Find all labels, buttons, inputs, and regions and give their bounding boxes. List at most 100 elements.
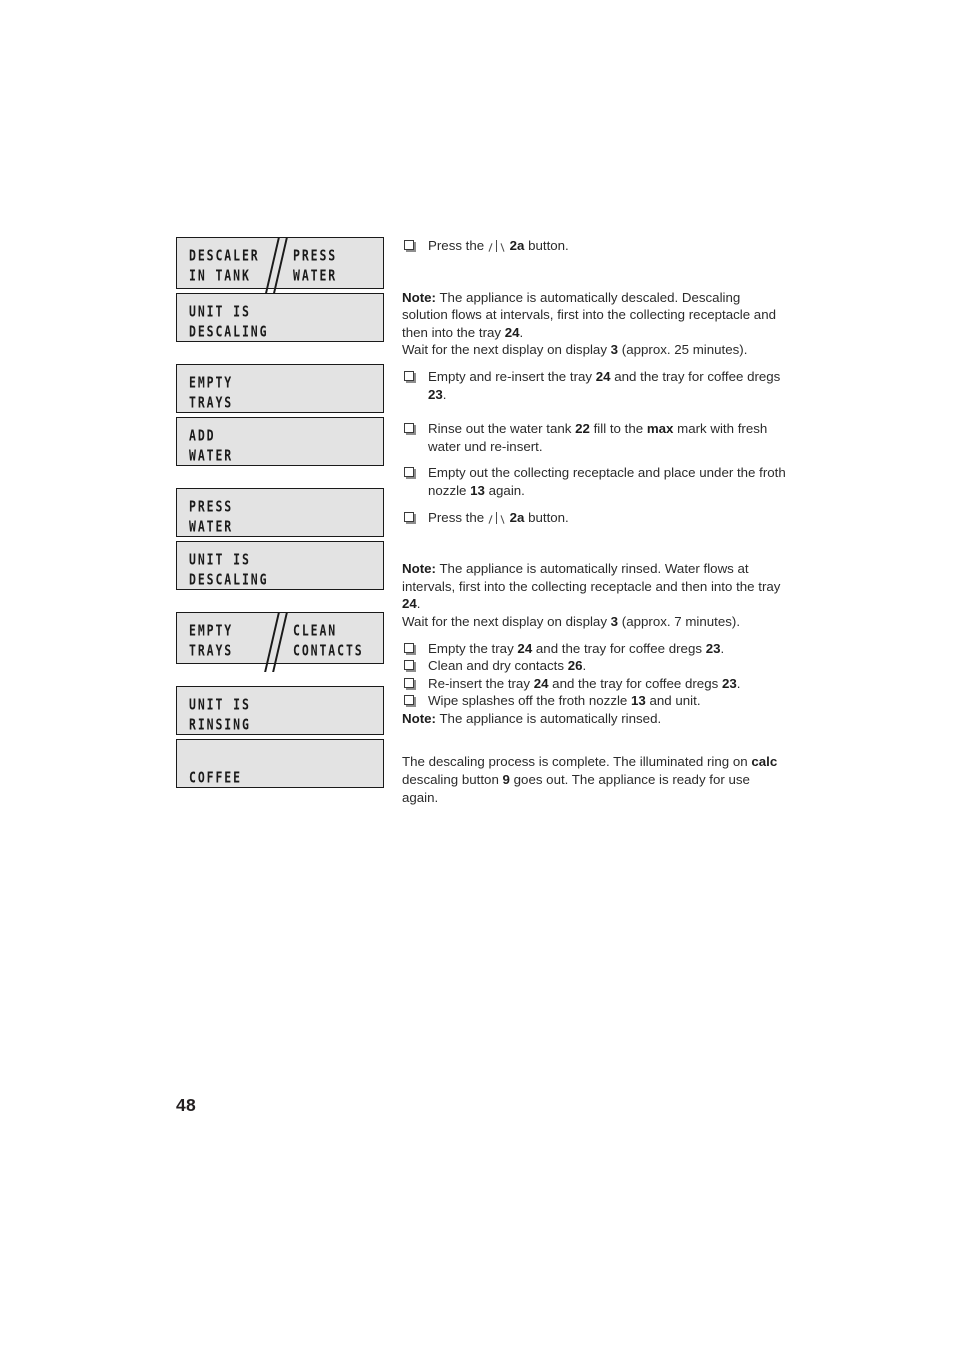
lcd-text: DESCALING: [189, 322, 269, 341]
step-empty-tray: Empty the tray 24 and the tray for coffe…: [402, 640, 786, 658]
note-label: Note:: [402, 561, 436, 577]
display-group: EMPTY TRAYS ADD WATER: [176, 364, 384, 466]
part-reference: 9: [502, 772, 510, 788]
note-descaling: Note: The appliance is automatically des…: [402, 289, 786, 342]
step-press-steam-button-1: Press the 2a button.: [402, 237, 786, 255]
step-empty-collecting-receptacle: Empty out the collecting receptacle and …: [402, 464, 786, 499]
lcd-text: DESCALER: [189, 246, 260, 265]
note-rinsed-short: Note: The appliance is automatically rin…: [402, 710, 786, 728]
part-reference: 24: [504, 324, 520, 340]
lcd-display-descaler-in-tank: DESCALER IN TANK PRESS WATER: [176, 237, 384, 297]
part-reference: 24: [533, 675, 549, 691]
step-text-post: and unit.: [645, 693, 701, 709]
step-text-post: button.: [528, 509, 569, 525]
part-reference: 13: [631, 693, 646, 709]
part-reference: 2a: [509, 238, 525, 253]
wait-text-post: (approx. 7 minutes).: [618, 613, 741, 629]
step-text-pre: Re-insert the tray: [428, 675, 534, 691]
checkbox-bullet-icon: [404, 467, 414, 478]
lcd-text: ADD: [189, 426, 216, 445]
max-mark-label: max: [646, 421, 674, 437]
closing-text-2: descaling button: [402, 772, 503, 788]
step-text-post: .: [720, 640, 725, 656]
wait-text-post: (approx. 25 minutes).: [618, 342, 748, 358]
lcd-display-unit-is-descaling-2: UNIT IS DESCALING: [176, 541, 384, 590]
checkbox-bullet-icon: [404, 511, 414, 522]
note-rinsing-wait: Wait for the next display on display 3 (…: [402, 613, 786, 631]
step-clean-dry-contacts: Clean and dry contacts 26.: [402, 657, 786, 675]
part-reference: 24: [402, 596, 417, 612]
step-text-mid: fill to the: [589, 421, 647, 437]
step-empty-reinsert-tray: Empty and re-insert the tray 24 and the …: [402, 368, 786, 403]
page-number: 48: [176, 1095, 197, 1115]
step-press-steam-button-2: Press the 2a button.: [402, 509, 786, 527]
note-body: The appliance is automatically rinsed. W…: [402, 561, 781, 594]
lcd-text: DESCALING: [189, 570, 269, 589]
step-text-mid: and the tray for coffee dregs: [548, 675, 722, 691]
lcd-text: COFFEE: [189, 768, 242, 787]
steam-icon: [488, 240, 505, 252]
step-wipe-splashes: Wipe splashes off the froth nozzle 13 an…: [402, 692, 786, 710]
step-text-mid: and the tray for coffee dregs: [532, 640, 706, 656]
step-text-post: button.: [528, 238, 569, 253]
step-text-mid: and the tray for coffee dregs: [610, 368, 781, 384]
step-text-post: again.: [484, 482, 525, 498]
wait-text-pre: Wait for the next display on display: [402, 342, 611, 358]
part-reference: 3: [610, 613, 619, 629]
lcd-text: PRESS: [189, 497, 234, 516]
lcd-text: WATER: [189, 446, 234, 465]
lcd-text: TRAYS: [189, 393, 234, 412]
lcd-text: EMPTY: [189, 621, 234, 640]
lcd-text: UNIT IS: [189, 695, 251, 714]
lcd-text: CONTACTS: [293, 641, 364, 660]
note-body-end: .: [519, 324, 524, 340]
note-body-end: .: [416, 596, 421, 612]
part-reference: 26: [567, 658, 583, 674]
note-body: The appliance is automatically rinsed.: [435, 710, 662, 726]
closing-text-1: The descaling process is complete. The i…: [402, 754, 752, 770]
lcd-text: TRAYS: [189, 641, 234, 660]
lcd-display-column: DESCALER IN TANK PRESS WATER UNIT IS DES…: [176, 237, 384, 788]
display-group: UNIT IS RINSING COFFEE: [176, 686, 384, 788]
checkbox-bullet-icon: [404, 423, 414, 434]
part-reference: 23: [428, 386, 443, 402]
step-text-post: .: [736, 675, 741, 691]
lcd-text: WATER: [189, 517, 234, 536]
step-text-pre: Press the: [428, 509, 485, 525]
note-body: The appliance is automatically descaled.…: [402, 289, 776, 340]
lcd-display-add-water: ADD WATER: [176, 417, 384, 466]
step-text-pre: Wipe splashes off the froth nozzle: [428, 693, 632, 709]
note-label: Note:: [402, 289, 436, 305]
closing-paragraph: The descaling process is complete. The i…: [402, 753, 786, 806]
checkbox-bullet-icon: [404, 240, 414, 250]
step-text-pre: Press the: [428, 238, 485, 253]
lcd-display-unit-is-rinsing: UNIT IS RINSING: [176, 686, 384, 735]
part-reference: 24: [517, 640, 533, 656]
lcd-display-empty-trays: EMPTY TRAYS: [176, 364, 384, 413]
lcd-text: UNIT IS: [189, 302, 251, 321]
display-group: PRESS WATER UNIT IS DESCALING: [176, 488, 384, 590]
checkbox-bullet-icon: [404, 642, 414, 653]
step-text-pre: Rinse out the water tank: [428, 421, 576, 437]
part-reference: 13: [470, 482, 485, 498]
step-text-post: .: [442, 386, 447, 402]
checkbox-bullet-icon: [404, 660, 414, 671]
part-reference: 23: [721, 675, 737, 691]
step-rinse-water-tank: Rinse out the water tank 22 fill to the …: [402, 420, 786, 455]
checkbox-bullet-icon: [404, 370, 414, 381]
step-text-pre: Empty the tray: [428, 640, 518, 656]
step-text-post: .: [582, 658, 587, 674]
note-descaling-wait: Wait for the next display on display 3 (…: [402, 341, 786, 359]
calc-button-label: calc: [751, 754, 778, 770]
lcd-display-coffee: COFFEE: [176, 739, 384, 788]
part-reference: 22: [575, 421, 590, 437]
display-group: EMPTY TRAYS CLEAN CONTACTS: [176, 612, 384, 672]
lcd-text: UNIT IS: [189, 550, 251, 569]
